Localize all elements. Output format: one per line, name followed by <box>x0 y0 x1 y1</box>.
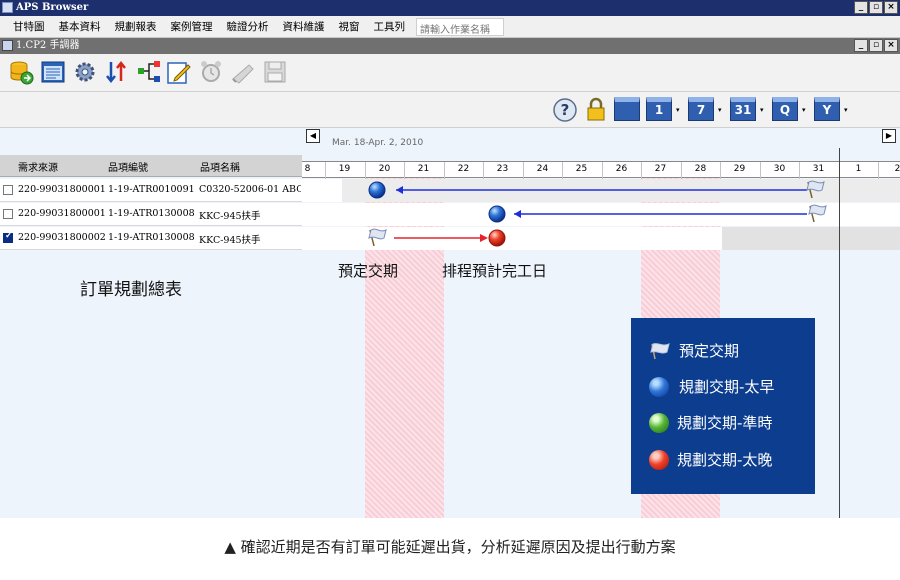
cell-item-no: 1-19-ATR0130008 <box>108 208 195 219</box>
view-toolbar: ? 1 ▾ 7 ▾ 31 ▾ Q ▾ Y ▾ <box>0 92 900 128</box>
sub-close-button[interactable]: × <box>884 39 898 52</box>
cell-item-no: 1-19-ATR0130008 <box>108 232 195 243</box>
cell-item-name: KKC-945扶手 <box>199 211 261 222</box>
row-checkbox[interactable] <box>3 185 13 195</box>
tree-nodes-icon[interactable] <box>136 59 162 85</box>
row2-arrow <box>514 210 807 218</box>
title-bar: APS Browser _ ▫ × <box>0 0 900 16</box>
table-row[interactable]: 220-99031800002-0 1-19-ATR0130008 KKC-94… <box>0 227 302 250</box>
menu-basic-data[interactable]: 基本資料 <box>52 19 108 34</box>
month-dropdown-icon[interactable]: ▾ <box>760 106 766 114</box>
main-toolbar <box>0 54 900 92</box>
legend-label: 規劃交期-太早 <box>679 378 775 396</box>
cell-item-no: 1-19-ATR0010091 <box>108 184 195 195</box>
calendar-day-button[interactable]: 1 <box>646 97 672 121</box>
day-dropdown-icon[interactable]: ▾ <box>676 106 682 114</box>
legend-label: 預定交期 <box>679 342 740 360</box>
menu-data-maintenance[interactable]: 資料維護 <box>276 19 332 34</box>
sub-minimize-button[interactable]: _ <box>854 39 868 52</box>
table-row[interactable]: 220-99031800001-0 1-19-ATR0130008 KKC-94… <box>0 203 302 226</box>
figure-caption: ▲ 確認近期是否有訂單可能延遲出貨，分析延遲原因及提出行動方案 <box>224 538 676 556</box>
row1-arrow <box>396 186 807 194</box>
col-header-item-name[interactable]: 品項名稱 <box>200 159 240 174</box>
sort-arrows-icon[interactable] <box>104 59 130 85</box>
calendar-quarter-button[interactable]: Q <box>772 97 798 121</box>
table-row[interactable]: 220-99031800001-0 1-19-ATR0010091 C0320-… <box>0 179 302 202</box>
grid-header: 需求來源 品項編號 品項名稱 <box>0 155 302 177</box>
alarm-clock-icon <box>201 61 221 82</box>
cell-source: 220-99031800001-0 <box>18 184 106 195</box>
minimize-button[interactable]: _ <box>854 1 868 14</box>
scheduled-finish-annotation: 排程預計完工日 <box>442 262 548 280</box>
week-dropdown-icon[interactable]: ▾ <box>718 106 724 114</box>
cell-source: 220-99031800002-0 <box>18 232 106 243</box>
aps-browser-window: APS Browser _ ▫ × 甘特圖 基本資料 規劃報表 案例管理 驗證分… <box>0 0 900 518</box>
menu-window[interactable]: 視窗 <box>332 19 367 34</box>
settings-gear-icon[interactable] <box>72 59 98 85</box>
calendar-year-button[interactable]: Y <box>814 97 840 121</box>
blue-ball-icon <box>649 376 669 397</box>
lock-icon[interactable] <box>583 97 609 123</box>
due-date-flag-icon[interactable] <box>806 180 825 199</box>
window-controls: _ ▫ × <box>854 1 898 14</box>
sub-restore-button[interactable]: ▫ <box>869 39 883 52</box>
col-header-item-no[interactable]: 品項編號 <box>108 159 148 174</box>
subwindow-controls: _ ▫ × <box>854 39 898 52</box>
legend-item-ontime: 規劃交期-準時 <box>649 412 772 433</box>
database-sync-icon[interactable] <box>8 59 34 85</box>
menu-verification[interactable]: 驗證分析 <box>220 19 276 34</box>
legend-item-early: 規劃交期-太早 <box>649 376 774 397</box>
close-button[interactable]: × <box>884 1 898 14</box>
legend-label: 規劃交期-準時 <box>677 414 773 432</box>
plan-late-marker[interactable] <box>488 229 506 247</box>
help-icon[interactable]: ? <box>552 97 578 123</box>
menu-gantt[interactable]: 甘特圖 <box>6 19 52 34</box>
calendar-view-button[interactable] <box>614 97 640 121</box>
order-summary-label: 訂單規劃總表 <box>80 280 182 300</box>
menu-planning-report[interactable]: 規劃報表 <box>108 19 164 34</box>
flag-icon <box>650 342 670 359</box>
edit-pencil-icon[interactable] <box>166 59 192 85</box>
restore-button[interactable]: ▫ <box>869 1 883 14</box>
legend-item-due-date: 預定交期 <box>649 340 739 361</box>
subwindow-title: 1.CP2 手調器 <box>16 40 80 51</box>
row-checkbox[interactable] <box>3 209 13 219</box>
list-view-icon[interactable] <box>40 59 66 85</box>
app-icon <box>2 2 13 13</box>
red-ball-icon <box>649 449 669 470</box>
col-header-source[interactable]: 需求來源 <box>18 159 58 174</box>
plan-early-marker[interactable] <box>368 181 386 199</box>
save-disk-icon <box>264 61 286 83</box>
send-icon <box>232 64 254 84</box>
legend-item-late: 規劃交期-太晚 <box>649 449 772 470</box>
quarter-dropdown-icon[interactable]: ▾ <box>802 106 808 114</box>
row3-arrow <box>394 234 488 242</box>
legend-label: 規劃交期-太晚 <box>677 451 773 469</box>
due-date-annotation: 預定交期 <box>338 262 399 280</box>
cell-item-name: C0320-52006-01 ABC <box>199 184 301 195</box>
job-search-input[interactable]: 請輸入作業名稱 <box>416 17 504 36</box>
menu-bar: 甘特圖 基本資料 規劃報表 案例管理 驗證分析 資料維護 視窗 工具列 請輸入作… <box>0 16 900 38</box>
due-date-flag-icon[interactable] <box>368 228 387 247</box>
svg-text:?: ? <box>561 101 570 119</box>
subwindow-icon <box>2 40 13 51</box>
year-dropdown-icon[interactable]: ▾ <box>844 106 850 114</box>
menu-case-management[interactable]: 案例管理 <box>164 19 220 34</box>
legend-box: 預定交期 規劃交期-太早 規劃交期-準時 規劃交期-太晚 <box>631 318 815 494</box>
due-date-flag-icon[interactable] <box>808 204 827 223</box>
green-ball-icon <box>649 412 669 433</box>
menu-toolbar[interactable]: 工具列 <box>367 19 413 34</box>
calendar-week-button[interactable]: 7 <box>688 97 714 121</box>
calendar-month-button[interactable]: 31 <box>730 97 756 121</box>
row-checkbox-checked[interactable] <box>3 231 13 243</box>
window-title: APS Browser <box>16 2 89 13</box>
subwindow-title-bar: 1.CP2 手調器 _ ▫ × <box>0 38 900 54</box>
cell-item-name: KKC-945扶手 <box>199 235 261 246</box>
cell-source: 220-99031800001-0 <box>18 208 106 219</box>
plan-early-marker[interactable] <box>488 205 506 223</box>
